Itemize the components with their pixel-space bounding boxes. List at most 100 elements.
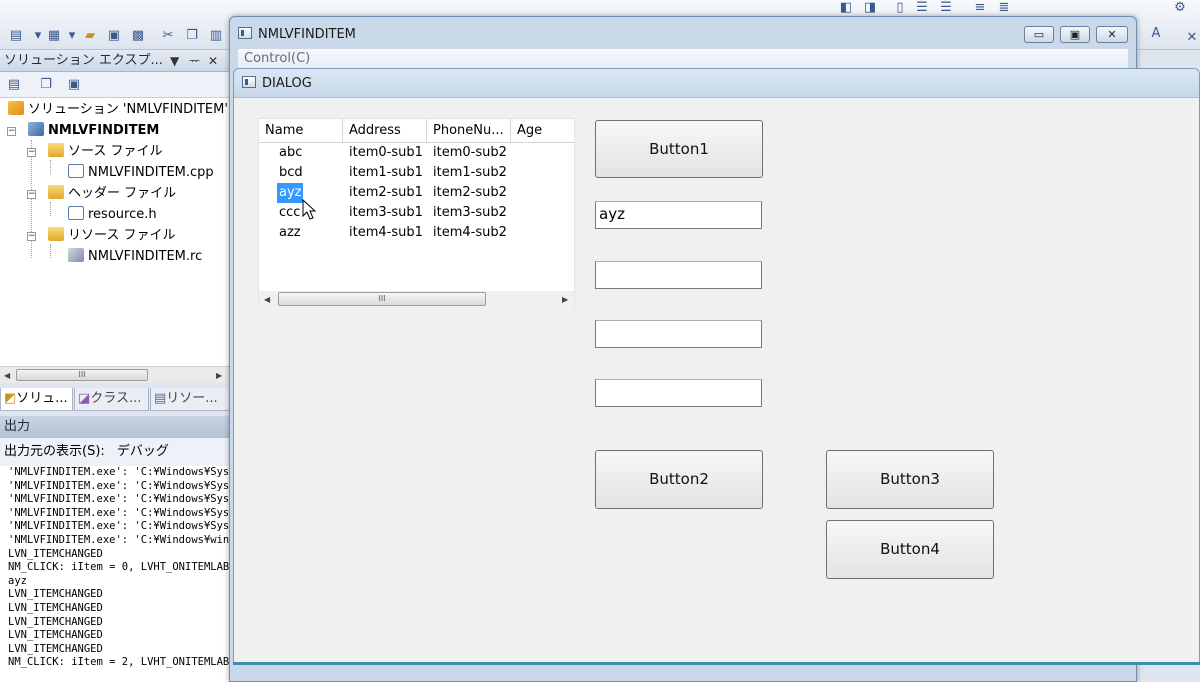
toolbar-icon[interactable]: ⚙ — [1172, 0, 1188, 16]
list-item-name[interactable]: bcd — [279, 163, 303, 183]
dropdown-icon[interactable]: ▾ — [64, 28, 80, 44]
column-header-name[interactable]: Name — [259, 119, 343, 143]
paste-icon[interactable]: ▥ — [208, 28, 224, 44]
minimize-icon: ▭ — [1033, 28, 1045, 41]
list-item-subitem: item4-sub2 — [433, 225, 507, 240]
output-line: LVN_ITEMCHANGED — [8, 547, 103, 560]
toolbar-icon[interactable]: ◨ — [862, 0, 878, 16]
tree-item-header-file[interactable]: resource.h — [68, 205, 157, 225]
solution-tree: ソリューション 'NMLVFINDITEM' − NMLVFINDITEM − … — [0, 98, 230, 366]
tree-item-label: ヘッダー ファイル — [68, 186, 177, 201]
output-line: LVN_ITEMCHANGED — [8, 615, 103, 628]
edit-box-3[interactable] — [595, 320, 762, 348]
collapse-icon[interactable]: − — [27, 232, 36, 241]
list-item-name[interactable]: ayz — [277, 183, 304, 203]
new-project-icon[interactable]: ▤ — [8, 28, 24, 44]
output-line: 'NMLVFINDITEM.exe': 'C:¥Windows¥Sys — [8, 506, 230, 519]
button2[interactable]: Button2 — [595, 450, 763, 509]
properties-icon[interactable]: ▤ — [6, 77, 22, 93]
close-button[interactable]: ✕ — [1096, 26, 1128, 43]
show-all-files-icon[interactable]: ❐ — [38, 77, 54, 93]
output-source-select[interactable]: デバッグ — [117, 444, 169, 459]
list-item[interactable]: azz item4-sub1 item4-sub2 — [259, 223, 574, 243]
tab-solution[interactable]: ◩ソリュ... — [0, 388, 73, 411]
list-view-header: Name Address PhoneNu... Age — [259, 119, 574, 143]
list-item-name[interactable]: azz — [279, 223, 301, 243]
button1[interactable]: Button1 — [595, 120, 763, 178]
add-item-icon[interactable]: ▦ — [46, 28, 62, 44]
scroll-right-icon[interactable]: ▶ — [562, 295, 568, 304]
list-item-subitem: item2-sub2 — [433, 185, 507, 200]
edit-box-4[interactable] — [595, 379, 762, 407]
list-item-name[interactable]: abc — [279, 143, 302, 163]
save-all-icon[interactable]: ▩ — [130, 28, 146, 44]
close-icon: ✕ — [1107, 28, 1117, 41]
font-size-icon[interactable]: A — [1148, 26, 1164, 42]
maximize-button[interactable]: ▣ — [1060, 26, 1090, 43]
edit-box-2[interactable] — [595, 261, 762, 289]
dropdown-icon[interactable]: ▼ — [170, 50, 179, 72]
output-line: LVN_ITEMCHANGED — [8, 601, 103, 614]
column-header-address[interactable]: Address — [343, 119, 427, 143]
list-item-subitem: item1-sub1 — [349, 165, 423, 180]
tree-item-solution[interactable]: ソリューション 'NMLVFINDITEM' — [8, 100, 228, 120]
folder-icon — [48, 185, 64, 199]
column-header-phone[interactable]: PhoneNu... — [427, 119, 511, 143]
list-view-scrollbar[interactable]: ◀ III ▶ — [259, 291, 574, 308]
solution-tabs: ◩ソリュ... ◪クラス... ▤リソー... — [0, 388, 230, 412]
dropdown-icon[interactable]: ▾ — [30, 28, 46, 44]
minimize-button[interactable]: ▭ — [1024, 26, 1054, 43]
copy-icon[interactable]: ❐ — [184, 28, 200, 44]
menu-item-control[interactable]: Control(C) — [244, 51, 310, 66]
tree-item-cpp-file[interactable]: NMLVFINDITEM.cpp — [68, 163, 214, 183]
button3[interactable]: Button3 — [826, 450, 994, 509]
list-item-subitem: item0-sub2 — [433, 145, 507, 160]
toolbar-icon[interactable]: ▯ — [892, 0, 908, 16]
column-header-age[interactable]: Age — [511, 119, 574, 143]
scroll-left-icon[interactable]: ◀ — [264, 295, 270, 304]
tree-item-rc-file[interactable]: NMLVFINDITEM.rc — [68, 247, 202, 267]
tree-item-label: ソリューション 'NMLVFINDITEM' — [28, 102, 228, 117]
open-folder-icon[interactable]: ▰ — [82, 28, 98, 44]
output-source-label: 出力元の表示(S): — [4, 444, 105, 459]
outdent-icon[interactable]: ☰ — [914, 0, 930, 16]
list-item[interactable]: abc item0-sub1 item0-sub2 — [259, 143, 574, 163]
scroll-thumb[interactable]: III — [16, 369, 148, 381]
scroll-left-icon[interactable]: ◀ — [4, 371, 10, 380]
collapse-icon[interactable]: − — [27, 190, 36, 199]
toolbar-icon[interactable]: ◧ — [838, 0, 854, 16]
tree-item-resource-files[interactable]: リソース ファイル — [48, 226, 175, 246]
output-line: NM_CLICK: iItem = 0, LVHT_ONITEMLABEL — [8, 561, 240, 574]
list-item-name[interactable]: ccc — [279, 203, 300, 223]
tab-resource[interactable]: ▤リソー... — [150, 388, 230, 411]
dialog-title: DIALOG — [242, 74, 312, 94]
tab-class[interactable]: ◪クラス... — [74, 388, 149, 411]
tree-item-header-files[interactable]: ヘッダー ファイル — [48, 184, 176, 204]
cut-icon[interactable]: ✂ — [160, 28, 176, 44]
scroll-right-icon[interactable]: ▶ — [216, 371, 222, 380]
tree-item-project[interactable]: NMLVFINDITEM — [28, 121, 159, 141]
solution-tree-scrollbar[interactable]: ◀ III ▶ — [0, 366, 230, 383]
refresh-icon[interactable]: ▣ — [66, 77, 82, 93]
edit-box-1[interactable]: ayz — [595, 201, 762, 229]
tree-item-source-files[interactable]: ソース ファイル — [48, 142, 162, 162]
collapse-icon[interactable]: − — [27, 148, 36, 157]
close-icon[interactable]: ✕ — [1184, 30, 1200, 46]
pin-icon[interactable]: ᅲ — [189, 50, 200, 72]
list-item[interactable]: bcd item1-sub1 item1-sub2 — [259, 163, 574, 183]
close-icon[interactable]: ✕ — [208, 50, 218, 72]
output-header: 出力 — [0, 416, 230, 438]
app-icon — [242, 76, 256, 88]
collapse-icon[interactable]: − — [7, 127, 16, 136]
save-icon[interactable]: ▣ — [106, 28, 122, 44]
output-line: LVN_ITEMCHANGED — [8, 642, 103, 655]
button4[interactable]: Button4 — [826, 520, 994, 579]
scroll-thumb[interactable]: III — [278, 292, 486, 306]
app-icon — [238, 27, 252, 39]
dialog-title-bar: DIALOG — [234, 69, 1199, 98]
indent-icon[interactable]: ☰ — [938, 0, 954, 16]
solution-explorer-toolbar: ▤ ❐ ▣ — [0, 72, 230, 98]
uncomment-icon[interactable]: ≣ — [996, 0, 1012, 16]
comment-icon[interactable]: ≡ — [972, 0, 988, 16]
output-line: ayz — [8, 574, 27, 587]
